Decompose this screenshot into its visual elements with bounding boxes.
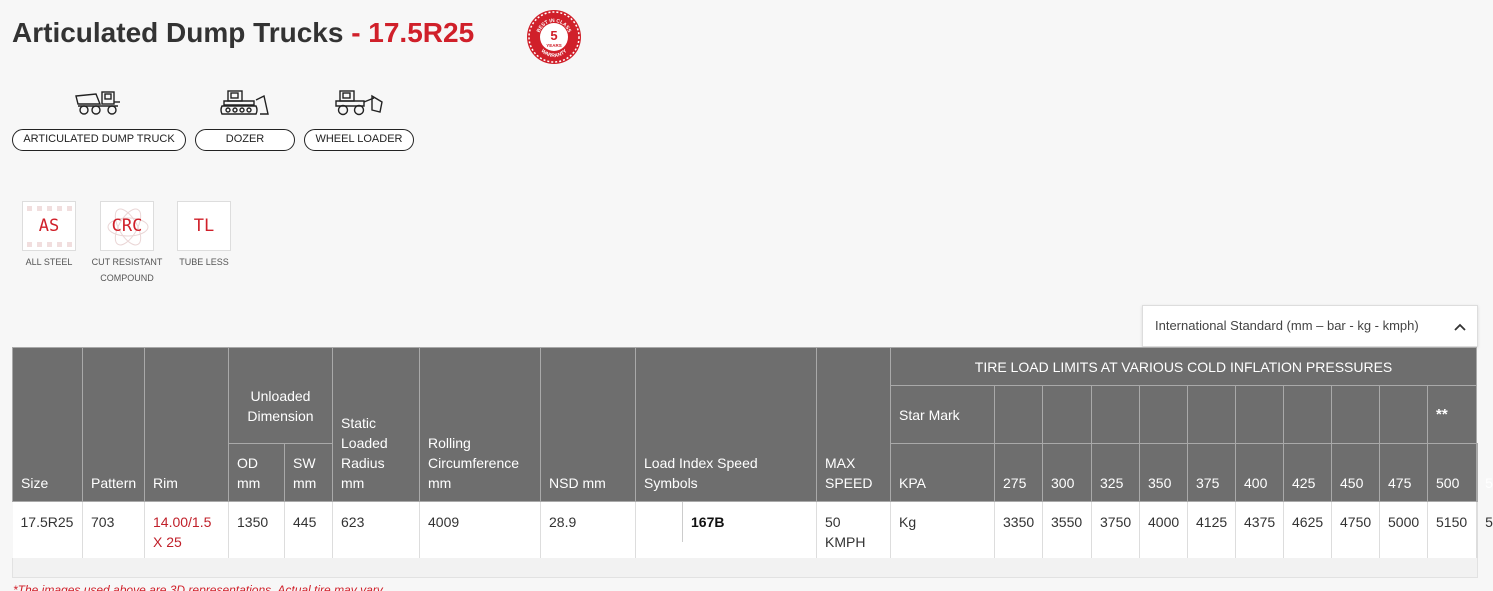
cell-od: 1350 xyxy=(228,501,285,561)
title-main: Articulated Dump Trucks xyxy=(12,17,344,48)
cell-load: 4000 xyxy=(1139,501,1188,561)
feature-tube-less: TL TUBE LESS xyxy=(164,201,244,270)
cell-load: 4375 xyxy=(1235,501,1284,561)
header-pressure: 400 xyxy=(1235,443,1284,502)
header-pressure: 275 xyxy=(994,443,1043,502)
header-pressure: 350 xyxy=(1139,443,1188,502)
header-pattern: Pattern xyxy=(82,347,145,502)
header-static-loaded-radius: Static Loaded Radius mm xyxy=(332,347,420,502)
header-unloaded-dimension: Unloaded Dimension xyxy=(228,347,333,444)
cell-load: 5450 xyxy=(1476,501,1493,561)
header-star-cell xyxy=(1379,385,1428,444)
header-pressure: 300 xyxy=(1042,443,1092,502)
header-kpa: KPA xyxy=(890,443,995,502)
header-size: Size xyxy=(12,347,83,502)
load-index-value: 167B xyxy=(682,502,724,542)
cell-size: 17.5R25 xyxy=(12,501,83,561)
header-pressure: 425 xyxy=(1283,443,1332,502)
header-load-index: Load Index Speed Symbols xyxy=(635,347,817,502)
cell-rolling-circumference: 4009 xyxy=(419,501,541,561)
header-rim: Rim xyxy=(144,347,229,502)
feature-code-as: AS xyxy=(38,216,60,236)
cell-unit: Kg xyxy=(890,501,995,561)
cell-rim: 14.00/1.5 X 25 xyxy=(144,501,229,561)
cell-load: 4125 xyxy=(1187,501,1236,561)
header-pressure: 325 xyxy=(1091,443,1140,502)
cell-load: 3750 xyxy=(1091,501,1140,561)
page-title: Articulated Dump Trucks - 17.5R25 xyxy=(12,17,474,49)
cell-load: 3550 xyxy=(1042,501,1092,561)
wheel-loader-icon xyxy=(334,88,386,116)
title-tire-size: - 17.5R25 xyxy=(351,17,475,48)
header-rolling-circumference: Rolling Circumference mm xyxy=(419,347,541,502)
feature-code-tl: TL xyxy=(193,216,215,236)
tire-specs-table: Size Pattern Rim Unloaded Dimension Stat… xyxy=(12,347,1493,561)
header-sw: SW mm xyxy=(284,443,333,502)
header-od: OD mm xyxy=(228,443,285,502)
badge-number: 5 xyxy=(550,28,557,43)
header-pressure: 500 xyxy=(1426,443,1478,502)
measurement-standard-value: International Standard (mm – bar - kg - … xyxy=(1155,318,1419,333)
header-tire-load-limits: TIRE LOAD LIMITS AT VARIOUS COLD INFLATI… xyxy=(889,347,1478,386)
warranty-badge: BEST IN CLASS 5 YEARS WARRANTY xyxy=(527,10,581,64)
header-star-cell xyxy=(1139,385,1188,444)
image-disclaimer: *The images used above are 3D representa… xyxy=(13,583,383,591)
header-star-cell xyxy=(1235,385,1284,444)
dozer-icon xyxy=(220,88,270,116)
cell-pattern: 703 xyxy=(82,501,145,561)
feature-cut-resistant-compound: CRC CUT RESISTANT COMPOUND xyxy=(87,201,167,286)
cell-load: 4625 xyxy=(1283,501,1332,561)
header-star-rating: ** xyxy=(1426,385,1478,444)
header-star-cell xyxy=(994,385,1043,444)
badge-years: YEARS xyxy=(546,43,562,48)
header-star-cell xyxy=(1091,385,1140,444)
cell-static-loaded-radius: 623 xyxy=(332,501,420,561)
header-star-cell xyxy=(1187,385,1236,444)
cut-resistant-compound-icon: CRC xyxy=(100,201,154,251)
header-pressure: 525 xyxy=(1476,443,1493,502)
application-pill-articulated-dump-truck[interactable]: ARTICULATED DUMP TRUCK xyxy=(12,129,186,151)
tube-less-icon: TL xyxy=(177,201,231,251)
application-pill-dozer[interactable]: DOZER xyxy=(195,129,295,151)
header-star-cell xyxy=(1283,385,1332,444)
header-pressure: 450 xyxy=(1331,443,1380,502)
header-nsd: NSD mm xyxy=(540,347,636,502)
cell-load: 4750 xyxy=(1331,501,1380,561)
feature-label-tube-less: TUBE LESS xyxy=(179,257,229,267)
feature-label-all-steel: ALL STEEL xyxy=(25,257,73,267)
measurement-standard-select[interactable]: International Standard (mm – bar - kg - … xyxy=(1142,305,1478,347)
header-star-cell xyxy=(1042,385,1092,444)
header-star-mark: Star Mark xyxy=(890,385,995,444)
all-steel-icon: AS xyxy=(22,201,76,251)
feature-code-crc: CRC xyxy=(111,216,143,236)
feature-label-cut-resistant-compound: CUT RESISTANT COMPOUND xyxy=(91,257,163,283)
cell-nsd: 28.9 xyxy=(540,501,636,561)
dump-truck-icon xyxy=(74,88,122,116)
header-pressure: 475 xyxy=(1379,443,1428,502)
header-star-cell xyxy=(1331,385,1380,444)
cell-load: 5000 xyxy=(1379,501,1428,561)
header-pressure: 375 xyxy=(1187,443,1236,502)
application-pill-wheel-loader[interactable]: WHEEL LOADER xyxy=(304,129,414,151)
table-footer xyxy=(12,558,1478,578)
feature-all-steel: AS ALL STEEL xyxy=(9,201,89,270)
cell-load: 5150 xyxy=(1427,501,1478,561)
cell-load-index: 167B xyxy=(635,501,817,561)
cell-max-speed: 50 KMPH xyxy=(816,501,891,561)
cell-sw: 445 xyxy=(284,501,333,561)
cell-load: 3350 xyxy=(994,501,1043,561)
table-row: 17.5R25 703 14.00/1.5 X 25 1350 445 623 … xyxy=(12,501,1493,561)
header-max-speed: MAX SPEED xyxy=(816,347,891,502)
